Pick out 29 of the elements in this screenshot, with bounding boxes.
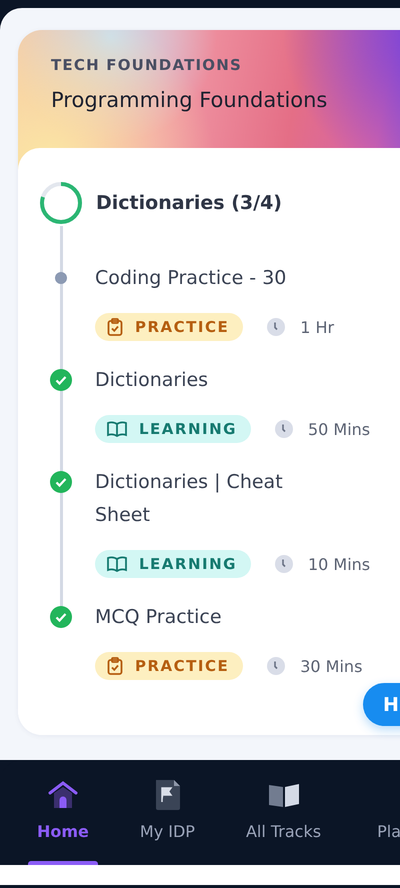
progress-ring [38,180,84,226]
lesson-title[interactable]: Coding Practice - 30 [95,262,310,295]
duration-text: 50 Mins [308,420,370,438]
nav-tab[interactable]: Home [28,760,98,865]
lesson-title[interactable]: Dictionaries | Cheat Sheet [95,466,310,532]
clock-icon [274,554,294,574]
type-tag: PRACTICE [95,313,244,341]
nav-tab[interactable]: My IDP [130,760,204,865]
lesson-title[interactable]: MCQ Practice [95,601,310,634]
lesson-title[interactable]: Dictionaries [95,364,310,397]
clock-icon [274,419,294,439]
duration-text: 1 Hr [300,318,334,336]
nav-tab[interactable]: Pla [363,760,400,865]
type-tag: LEARNING [95,415,251,443]
clock-icon [266,656,286,676]
nav-tab[interactable]: All Tracks [236,760,330,865]
book-icon [107,421,127,437]
book-icon [107,556,127,572]
active-indicator [28,861,98,865]
clock-icon [266,317,286,337]
module-title: Programming Foundations [51,88,328,112]
duration-text: 30 Mins [300,656,362,676]
clipboard-check-icon [107,657,123,675]
duration-text: 10 Mins [308,554,370,574]
type-tag: PRACTICE [95,652,244,680]
clipboard-check-icon [107,318,123,336]
type-tag: LEARNING [95,550,251,578]
topic-title: Dictionaries (3/4) [96,192,282,214]
category-label: TECH FOUNDATIONS [51,56,242,74]
